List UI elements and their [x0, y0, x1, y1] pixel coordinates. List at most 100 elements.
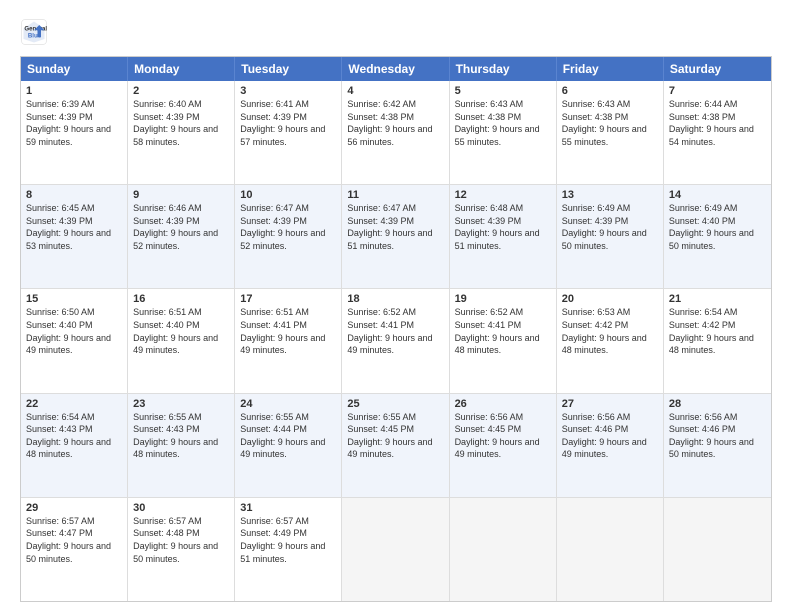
header-day-wednesday: Wednesday [342, 57, 449, 81]
day-cell-16: 16 Sunrise: 6:51 AM Sunset: 4:40 PM Dayl… [128, 289, 235, 392]
day-number: 8 [26, 189, 122, 201]
day-number: 18 [347, 293, 443, 305]
day-number: 25 [347, 398, 443, 410]
day-cell-23: 23 Sunrise: 6:55 AM Sunset: 4:43 PM Dayl… [128, 394, 235, 497]
day-number: 11 [347, 189, 443, 201]
day-info: Sunrise: 6:55 AM Sunset: 4:44 PM Dayligh… [240, 411, 336, 461]
day-number: 5 [455, 85, 551, 97]
day-info: Sunrise: 6:51 AM Sunset: 4:40 PM Dayligh… [133, 306, 229, 356]
header-day-saturday: Saturday [664, 57, 771, 81]
day-info: Sunrise: 6:42 AM Sunset: 4:38 PM Dayligh… [347, 98, 443, 148]
logo-icon: General Blue [20, 18, 48, 46]
header-day-friday: Friday [557, 57, 664, 81]
day-cell-28: 28 Sunrise: 6:56 AM Sunset: 4:46 PM Dayl… [664, 394, 771, 497]
day-info: Sunrise: 6:47 AM Sunset: 4:39 PM Dayligh… [347, 202, 443, 252]
day-info: Sunrise: 6:54 AM Sunset: 4:42 PM Dayligh… [669, 306, 766, 356]
day-number: 23 [133, 398, 229, 410]
day-cell-7: 7 Sunrise: 6:44 AM Sunset: 4:38 PM Dayli… [664, 81, 771, 184]
empty-cell-4-5 [557, 498, 664, 601]
day-number: 27 [562, 398, 658, 410]
header-day-thursday: Thursday [450, 57, 557, 81]
day-number: 21 [669, 293, 766, 305]
day-cell-29: 29 Sunrise: 6:57 AM Sunset: 4:47 PM Dayl… [21, 498, 128, 601]
day-number: 16 [133, 293, 229, 305]
day-info: Sunrise: 6:56 AM Sunset: 4:45 PM Dayligh… [455, 411, 551, 461]
day-info: Sunrise: 6:54 AM Sunset: 4:43 PM Dayligh… [26, 411, 122, 461]
day-cell-11: 11 Sunrise: 6:47 AM Sunset: 4:39 PM Dayl… [342, 185, 449, 288]
day-cell-5: 5 Sunrise: 6:43 AM Sunset: 4:38 PM Dayli… [450, 81, 557, 184]
day-info: Sunrise: 6:43 AM Sunset: 4:38 PM Dayligh… [455, 98, 551, 148]
calendar-row-1: 1 Sunrise: 6:39 AM Sunset: 4:39 PM Dayli… [21, 81, 771, 184]
empty-cell-4-4 [450, 498, 557, 601]
day-cell-8: 8 Sunrise: 6:45 AM Sunset: 4:39 PM Dayli… [21, 185, 128, 288]
day-number: 26 [455, 398, 551, 410]
logo: General Blue [20, 18, 52, 46]
day-cell-10: 10 Sunrise: 6:47 AM Sunset: 4:39 PM Dayl… [235, 185, 342, 288]
day-number: 19 [455, 293, 551, 305]
day-number: 17 [240, 293, 336, 305]
day-info: Sunrise: 6:39 AM Sunset: 4:39 PM Dayligh… [26, 98, 122, 148]
day-number: 13 [562, 189, 658, 201]
day-info: Sunrise: 6:57 AM Sunset: 4:49 PM Dayligh… [240, 515, 336, 565]
day-number: 24 [240, 398, 336, 410]
day-cell-4: 4 Sunrise: 6:42 AM Sunset: 4:38 PM Dayli… [342, 81, 449, 184]
empty-cell-4-3 [342, 498, 449, 601]
day-cell-31: 31 Sunrise: 6:57 AM Sunset: 4:49 PM Dayl… [235, 498, 342, 601]
day-number: 31 [240, 502, 336, 514]
day-cell-20: 20 Sunrise: 6:53 AM Sunset: 4:42 PM Dayl… [557, 289, 664, 392]
day-number: 12 [455, 189, 551, 201]
day-number: 4 [347, 85, 443, 97]
day-info: Sunrise: 6:56 AM Sunset: 4:46 PM Dayligh… [669, 411, 766, 461]
day-number: 29 [26, 502, 122, 514]
day-cell-24: 24 Sunrise: 6:55 AM Sunset: 4:44 PM Dayl… [235, 394, 342, 497]
header-day-tuesday: Tuesday [235, 57, 342, 81]
calendar-row-4: 22 Sunrise: 6:54 AM Sunset: 4:43 PM Dayl… [21, 393, 771, 497]
day-number: 7 [669, 85, 766, 97]
day-cell-6: 6 Sunrise: 6:43 AM Sunset: 4:38 PM Dayli… [557, 81, 664, 184]
calendar-row-5: 29 Sunrise: 6:57 AM Sunset: 4:47 PM Dayl… [21, 497, 771, 601]
day-info: Sunrise: 6:48 AM Sunset: 4:39 PM Dayligh… [455, 202, 551, 252]
day-number: 14 [669, 189, 766, 201]
day-info: Sunrise: 6:41 AM Sunset: 4:39 PM Dayligh… [240, 98, 336, 148]
day-number: 3 [240, 85, 336, 97]
day-cell-21: 21 Sunrise: 6:54 AM Sunset: 4:42 PM Dayl… [664, 289, 771, 392]
day-number: 28 [669, 398, 766, 410]
day-cell-17: 17 Sunrise: 6:51 AM Sunset: 4:41 PM Dayl… [235, 289, 342, 392]
day-info: Sunrise: 6:43 AM Sunset: 4:38 PM Dayligh… [562, 98, 658, 148]
day-number: 2 [133, 85, 229, 97]
day-info: Sunrise: 6:46 AM Sunset: 4:39 PM Dayligh… [133, 202, 229, 252]
calendar-row-2: 8 Sunrise: 6:45 AM Sunset: 4:39 PM Dayli… [21, 184, 771, 288]
day-info: Sunrise: 6:52 AM Sunset: 4:41 PM Dayligh… [455, 306, 551, 356]
day-info: Sunrise: 6:56 AM Sunset: 4:46 PM Dayligh… [562, 411, 658, 461]
day-cell-14: 14 Sunrise: 6:49 AM Sunset: 4:40 PM Dayl… [664, 185, 771, 288]
day-number: 6 [562, 85, 658, 97]
day-info: Sunrise: 6:51 AM Sunset: 4:41 PM Dayligh… [240, 306, 336, 356]
day-cell-19: 19 Sunrise: 6:52 AM Sunset: 4:41 PM Dayl… [450, 289, 557, 392]
header: General Blue [20, 18, 772, 46]
day-number: 9 [133, 189, 229, 201]
day-info: Sunrise: 6:55 AM Sunset: 4:45 PM Dayligh… [347, 411, 443, 461]
day-info: Sunrise: 6:45 AM Sunset: 4:39 PM Dayligh… [26, 202, 122, 252]
day-number: 22 [26, 398, 122, 410]
calendar: SundayMondayTuesdayWednesdayThursdayFrid… [20, 56, 772, 602]
day-info: Sunrise: 6:40 AM Sunset: 4:39 PM Dayligh… [133, 98, 229, 148]
day-cell-1: 1 Sunrise: 6:39 AM Sunset: 4:39 PM Dayli… [21, 81, 128, 184]
day-info: Sunrise: 6:49 AM Sunset: 4:39 PM Dayligh… [562, 202, 658, 252]
day-cell-22: 22 Sunrise: 6:54 AM Sunset: 4:43 PM Dayl… [21, 394, 128, 497]
day-cell-3: 3 Sunrise: 6:41 AM Sunset: 4:39 PM Dayli… [235, 81, 342, 184]
day-info: Sunrise: 6:49 AM Sunset: 4:40 PM Dayligh… [669, 202, 766, 252]
header-day-sunday: Sunday [21, 57, 128, 81]
day-cell-9: 9 Sunrise: 6:46 AM Sunset: 4:39 PM Dayli… [128, 185, 235, 288]
day-info: Sunrise: 6:53 AM Sunset: 4:42 PM Dayligh… [562, 306, 658, 356]
day-cell-13: 13 Sunrise: 6:49 AM Sunset: 4:39 PM Dayl… [557, 185, 664, 288]
calendar-header: SundayMondayTuesdayWednesdayThursdayFrid… [21, 57, 771, 81]
day-info: Sunrise: 6:47 AM Sunset: 4:39 PM Dayligh… [240, 202, 336, 252]
day-info: Sunrise: 6:55 AM Sunset: 4:43 PM Dayligh… [133, 411, 229, 461]
day-info: Sunrise: 6:52 AM Sunset: 4:41 PM Dayligh… [347, 306, 443, 356]
day-info: Sunrise: 6:57 AM Sunset: 4:47 PM Dayligh… [26, 515, 122, 565]
day-cell-25: 25 Sunrise: 6:55 AM Sunset: 4:45 PM Dayl… [342, 394, 449, 497]
day-cell-30: 30 Sunrise: 6:57 AM Sunset: 4:48 PM Dayl… [128, 498, 235, 601]
day-number: 1 [26, 85, 122, 97]
empty-cell-4-6 [664, 498, 771, 601]
day-cell-2: 2 Sunrise: 6:40 AM Sunset: 4:39 PM Dayli… [128, 81, 235, 184]
